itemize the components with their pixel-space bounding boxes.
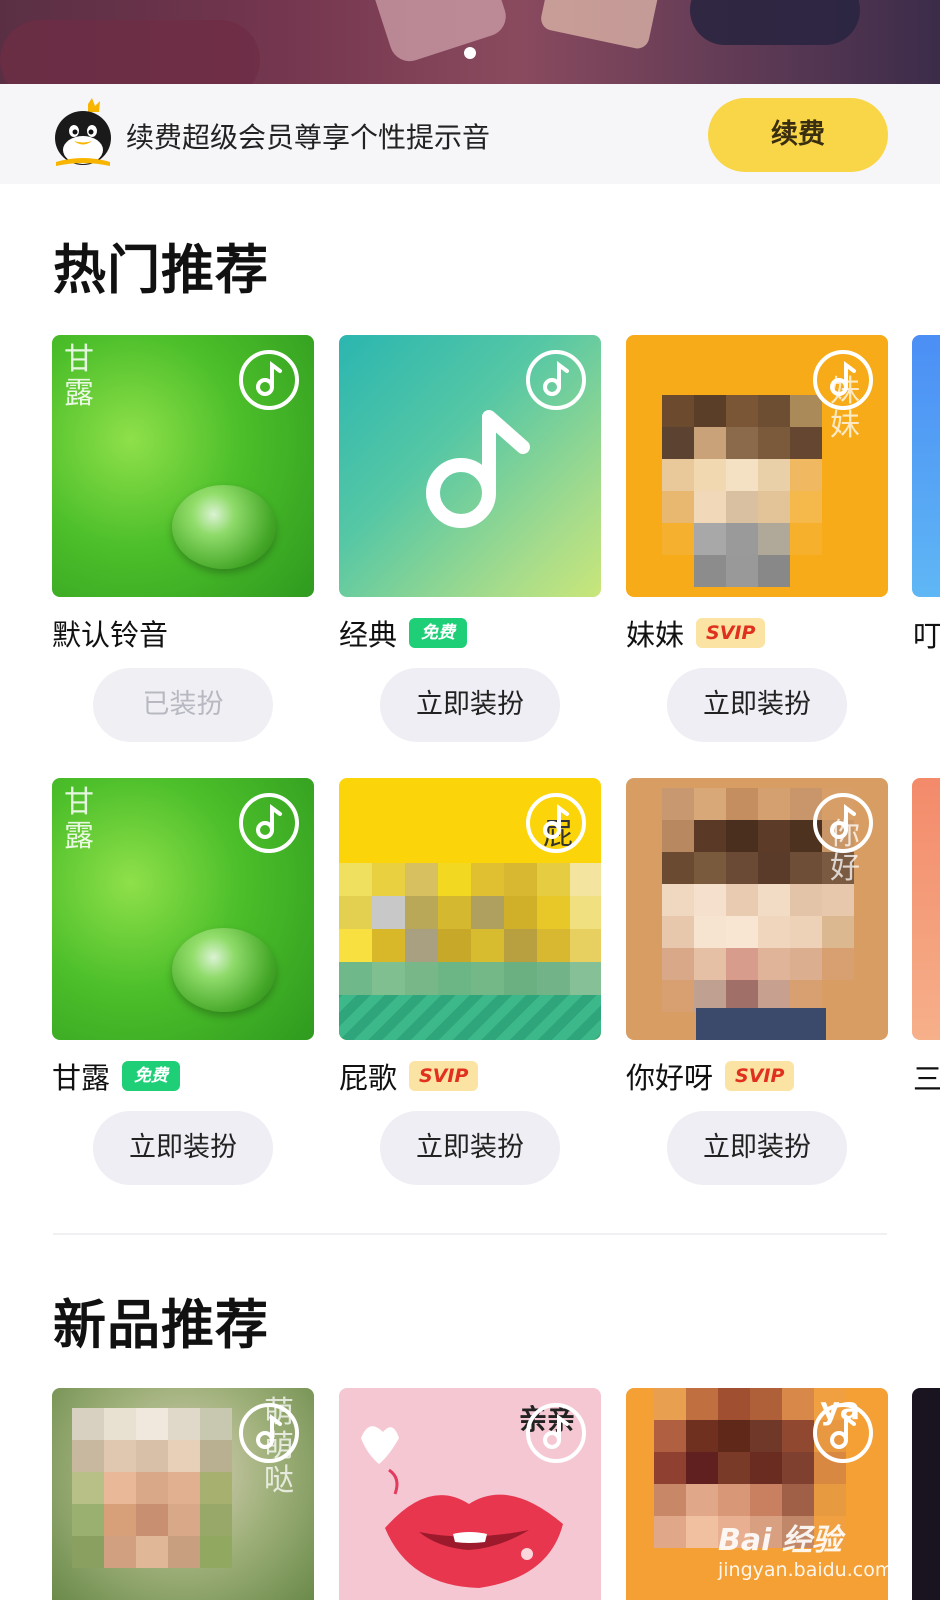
ringtone-name-row: 甘露 免费 — [52, 1056, 181, 1096]
apply-button[interactable]: 立即装扮 — [667, 1111, 847, 1185]
ringtone-cover-partial[interactable] — [912, 335, 940, 597]
ringtone-cover-partial[interactable] — [912, 778, 940, 1040]
cover-text: 甘露 — [64, 342, 94, 411]
ringtone-name: 屁歌 — [339, 1061, 398, 1095]
ringtone-cover[interactable]: 甘露 — [52, 778, 314, 1040]
renew-button[interactable]: 续费 — [708, 98, 888, 172]
music-note-icon — [813, 350, 873, 410]
carousel-indicator-dot — [464, 47, 476, 59]
ringtone-name-partial: 三 — [913, 1062, 940, 1096]
music-note-icon — [239, 793, 299, 853]
water-drop-image — [172, 928, 276, 1012]
music-note-icon — [526, 793, 586, 853]
ringtone-name-row: 默认铃音 — [52, 613, 168, 653]
vip-renew-message: 续费超级会员尊享个性提示音 — [126, 121, 491, 154]
ringtone-cover[interactable]: 屁 — [339, 778, 601, 1040]
water-drop-image — [172, 485, 276, 569]
ringtone-name-row: 经典 免费 — [339, 613, 468, 653]
ringtone-cover[interactable]: 你好 — [626, 778, 888, 1040]
pixelated-portrait — [72, 1408, 232, 1568]
qq-penguin-icon — [55, 98, 111, 166]
section-divider — [53, 1233, 887, 1235]
music-note-icon — [239, 1403, 299, 1463]
ringtone-cover[interactable]: 萌萌哒 — [52, 1388, 314, 1600]
apply-button[interactable]: 立即装扮 — [380, 1111, 560, 1185]
pixelated-portrait — [662, 395, 822, 587]
ringtone-cover-partial[interactable] — [912, 1388, 940, 1600]
music-note-icon — [526, 1403, 586, 1463]
top-banner-carousel[interactable] — [0, 0, 940, 84]
baidu-jingyan-watermark: Bai 经验 jingyan.baidu.com — [718, 1515, 898, 1590]
svip-badge: SVIP — [409, 1061, 479, 1091]
svip-badge: SVIP — [725, 1061, 795, 1091]
free-badge: 免费 — [409, 618, 468, 648]
ringtone-name: 你好呀 — [626, 1061, 714, 1095]
apply-button[interactable]: 立即装扮 — [93, 1111, 273, 1185]
ringtone-name-row: 你好呀 SVIP — [626, 1056, 795, 1096]
free-badge: 免费 — [122, 1061, 181, 1091]
new-section-title: 新品推荐 — [53, 1295, 269, 1356]
cover-text: 甘露 — [64, 785, 94, 854]
music-note-icon — [239, 350, 299, 410]
pixelated-image — [339, 863, 601, 995]
ringtone-cover[interactable]: 甘露 — [52, 335, 314, 597]
music-note-icon — [526, 350, 586, 410]
vip-renew-bar: 续费超级会员尊享个性提示音 续费 — [0, 84, 940, 184]
ringtone-name: 妹妹 — [626, 618, 685, 652]
music-note-icon — [426, 410, 530, 528]
ringtone-name-row: 屁歌 SVIP — [339, 1056, 479, 1096]
hot-section-title: 热门推荐 — [53, 240, 269, 301]
apply-button[interactable]: 立即装扮 — [667, 668, 847, 742]
watermark-url: jingyan.baidu.com — [718, 1559, 894, 1581]
ringtone-cover[interactable]: 妹妹 — [626, 335, 888, 597]
applied-button: 已装扮 — [93, 668, 273, 742]
music-note-icon — [813, 1403, 873, 1463]
ringtone-name: 甘露 — [52, 1061, 111, 1095]
ringtone-name: 默认铃音 — [52, 618, 169, 652]
apply-button[interactable]: 立即装扮 — [380, 668, 560, 742]
watermark-brand: Bai 经验 — [718, 1523, 842, 1558]
svip-badge: SVIP — [696, 618, 766, 648]
ringtone-cover[interactable]: 亲亲 — [339, 1388, 601, 1600]
ringtone-name: 经典 — [339, 618, 398, 652]
ringtone-name-row: 妹妹 SVIP — [626, 613, 766, 653]
ringtone-name-partial: 叮 — [913, 619, 940, 653]
music-note-icon — [813, 793, 873, 853]
ringtone-cover[interactable] — [339, 335, 601, 597]
